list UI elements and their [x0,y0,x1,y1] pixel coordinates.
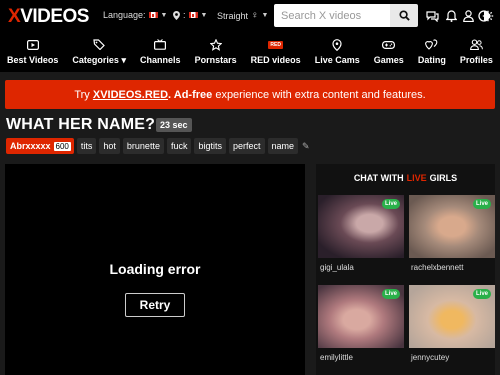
tag-item[interactable]: name [267,138,299,154]
nav-categories[interactable]: Categories ▾ [65,34,133,72]
users-icon [469,38,483,51]
live-cam-card[interactable]: Live rachelxbennett [409,195,495,272]
red-link[interactable]: XVIDEOS.RED [93,89,168,101]
nav-best-videos[interactable]: Best Videos [0,34,65,72]
location-pin-icon [173,10,180,20]
live-cam-card[interactable]: Live gigi_ulala [318,195,404,272]
tv-icon [154,38,167,51]
site-logo[interactable]: XVIDEOS [8,6,89,28]
tag-item[interactable]: hot [99,138,120,154]
live-panel-heading: CHAT WITH LIVE GIRLS [353,172,458,183]
video-player[interactable]: Loading error Retry [5,164,305,375]
search-input[interactable] [274,4,390,27]
cam-username: jennycutey [411,353,450,362]
cam-thumbnail[interactable]: Live [409,195,495,258]
tag-item[interactable]: tits [76,138,97,154]
chevron-down-icon: ▼ [261,12,269,19]
nav-live-cams[interactable]: Live Cams [308,34,367,72]
orientation-selector[interactable]: Straight ♀ ▼ [217,10,268,21]
uploader-video-count: 600 [53,141,71,151]
search-button[interactable] [390,4,418,27]
red-promo-banner[interactable]: Try XVIDEOS.RED. Ad-free experience with… [5,80,495,109]
live-badge: Live [472,289,491,299]
nav-profiles[interactable]: Profiles [453,34,500,72]
nav-games[interactable]: Games [367,34,411,72]
search-bar [274,4,418,27]
red-tag-icon: RED [268,40,283,49]
video-title: WHAT HER NAME? [6,116,156,133]
location-pin-icon [332,38,342,51]
cam-thumbnail[interactable]: Live [409,285,495,348]
cam-thumbnail[interactable]: Live [318,195,404,258]
tag-item[interactable]: bigtits [194,138,226,154]
top-bar: XVIDEOS Language: ▼ : ▼ Straight ♀ ▼ [0,0,500,34]
settings-gear-icon[interactable] [481,9,495,23]
tag-item[interactable]: fuck [166,138,192,154]
cam-username: rachelxbennett [411,263,464,272]
cam-username: gigi_ulala [320,263,354,272]
retry-button[interactable]: Retry [125,293,185,317]
star-icon [209,38,222,51]
chevron-down-icon: ▼ [200,11,208,19]
nav-pornstars[interactable]: Pornstars [188,34,244,72]
language-label: Language: [103,10,146,20]
tag-list: Abrxxxxx 600 tits hot brunette fuck bigt… [6,138,310,154]
canada-flag-icon [188,12,198,18]
search-icon [398,10,410,21]
canada-flag-icon [148,12,158,18]
country-selector[interactable]: : ▼ [173,10,207,20]
live-badge: Live [472,199,491,209]
uploader-badge[interactable]: Abrxxxxx 600 [6,138,74,154]
pencil-edit-icon[interactable]: ✎ [302,141,310,152]
live-cams-panel: CHAT WITH LIVE GIRLS Live gigi_ulala Live … [316,164,495,375]
live-badge: Live [381,289,400,299]
video-duration: 23 sec [156,118,192,132]
cam-username: emilylittle [320,353,353,362]
female-symbol-icon: ♀ [251,10,259,21]
live-cam-card[interactable]: Live emilylittle [318,285,404,362]
tags-icon [93,38,106,51]
tag-item[interactable]: perfect [228,138,265,154]
orientation-label: Straight [217,10,249,21]
nav-red-videos[interactable]: RED RED videos [244,34,308,72]
loading-error-text: Loading error [109,261,201,277]
main-nav: Best Videos Categories ▾ Channels Pornst… [0,34,500,72]
live-cam-card[interactable]: Live jennycutey [409,285,495,362]
user-icon[interactable] [461,9,475,23]
gamepad-icon [382,38,396,51]
hearts-icon [425,38,438,51]
nav-dating[interactable]: Dating [411,34,453,72]
bell-icon[interactable] [444,9,458,23]
language-selector[interactable]: Language: ▼ [103,10,167,20]
cam-thumbnail[interactable]: Live [318,285,404,348]
tag-item[interactable]: brunette [122,138,164,154]
nav-channels[interactable]: Channels [133,34,188,72]
chevron-down-icon: ▼ [160,11,168,19]
live-badge: Live [381,199,400,209]
play-box-icon [26,38,39,51]
chat-icon[interactable] [425,9,439,23]
